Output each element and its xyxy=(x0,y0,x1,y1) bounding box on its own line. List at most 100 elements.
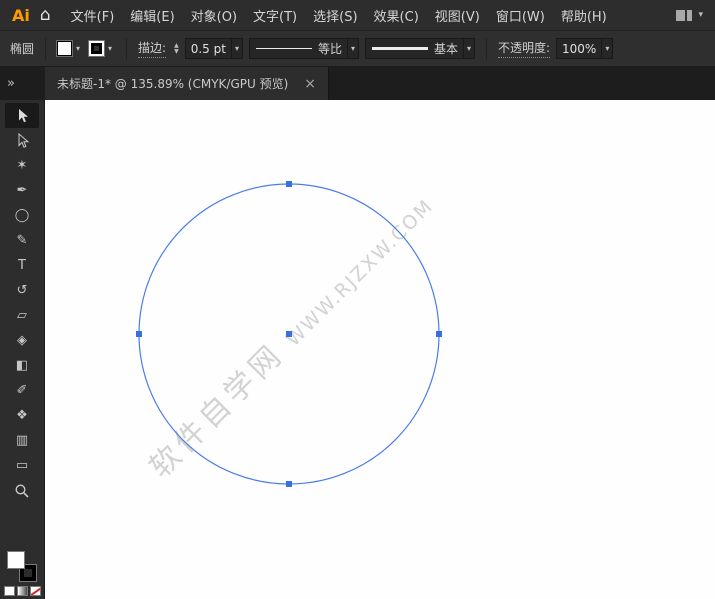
eyedropper-icon: ✐ xyxy=(16,383,28,398)
stroke-weight-dropdown[interactable]: ▾ xyxy=(230,39,242,58)
zoom-tool[interactable] xyxy=(5,478,39,503)
shape-builder-icon: ◈ xyxy=(17,333,27,348)
gradient-mode-button[interactable] xyxy=(17,587,27,595)
magnifier-icon xyxy=(15,483,29,498)
stroke-weight-field[interactable]: 0.5 pt ▾ xyxy=(184,38,243,59)
brush-arrow[interactable]: ▾ xyxy=(462,39,474,58)
opacity-dropdown[interactable]: ▾ xyxy=(601,39,612,58)
stepper-down-icon[interactable]: ▼ xyxy=(174,48,179,55)
menu-object[interactable]: 对象(O) xyxy=(183,6,245,25)
opacity-field[interactable]: 100% ▾ xyxy=(556,38,614,59)
brush-dropdown[interactable]: 基本 ▾ xyxy=(364,38,475,59)
document-tab[interactable]: 未标题-1* @ 135.89% (CMYK/GPU 预览) × xyxy=(45,67,330,100)
workspace-switcher[interactable]: ▾ xyxy=(676,9,707,21)
menu-file[interactable]: 文件(F) xyxy=(63,6,123,25)
stroke-weight-value[interactable]: 0.5 pt xyxy=(191,42,226,56)
color-mode-button[interactable] xyxy=(4,587,14,595)
menu-bar: Ai ⌂ 文件(F) 编辑(E) 对象(O) 文字(T) 选择(S) 效果(C)… xyxy=(0,0,715,31)
center-point[interactable] xyxy=(286,331,292,337)
fill-color-control[interactable]: ▾ xyxy=(57,41,83,56)
chevron-down-icon: ▾ xyxy=(234,44,239,53)
document-tab-bar: » 未标题-1* @ 135.89% (CMYK/GPU 预览) × xyxy=(0,67,715,100)
stroke-panel-link[interactable]: 描边: xyxy=(138,39,167,58)
selection-cursor-icon xyxy=(19,108,28,122)
opacity-panel-link[interactable]: 不透明度: xyxy=(497,39,551,58)
close-icon[interactable]: × xyxy=(304,76,316,92)
chevron-down-icon: ▾ xyxy=(466,44,471,53)
paint-mode-buttons xyxy=(4,587,40,595)
tools-panel-header: » xyxy=(0,67,45,100)
artboard-tool[interactable]: ▭ xyxy=(5,453,39,478)
tools-panel: ✶ ✒ ◯ ✎ T ↺ ▱ ◈ ◧ ✐ ❖ ▥ ▭ xyxy=(0,100,45,599)
artboard-icon: ▭ xyxy=(15,458,29,473)
pen-icon: ✒ xyxy=(16,183,28,198)
paintbrush-icon: ✎ xyxy=(16,233,28,248)
anchor-point-right[interactable] xyxy=(436,331,442,337)
chevron-down-icon: ▾ xyxy=(698,10,703,20)
gradient-icon: ◧ xyxy=(15,358,29,373)
anchor-point-bottom[interactable] xyxy=(286,481,292,487)
chevron-down-icon: ▾ xyxy=(605,44,610,53)
stroke-profile-preview xyxy=(255,48,312,49)
anchor-point-top[interactable] xyxy=(286,181,292,187)
gradient-tool[interactable]: ◧ xyxy=(5,353,39,378)
rotate-tool[interactable]: ↺ xyxy=(5,278,39,303)
menu-effect[interactable]: 效果(C) xyxy=(366,6,427,25)
fill-stroke-indicator xyxy=(8,552,36,581)
blend-tool[interactable]: ❖ xyxy=(5,403,39,428)
menu-edit[interactable]: 编辑(E) xyxy=(122,6,182,25)
menu-help[interactable]: 帮助(H) xyxy=(553,6,615,25)
graph-tool[interactable]: ▥ xyxy=(5,428,39,453)
separator xyxy=(45,37,47,60)
eraser-icon: ▱ xyxy=(17,308,27,323)
type-tool[interactable]: T xyxy=(5,253,39,278)
current-tool-label: 椭圆 xyxy=(10,42,35,56)
type-icon: T xyxy=(18,258,26,273)
fill-dropdown-icon[interactable]: ▾ xyxy=(73,44,83,53)
eraser-tool[interactable]: ▱ xyxy=(5,303,39,328)
width-profile-value: 等比 xyxy=(317,42,342,56)
stroke-weight-stepper[interactable]: ▲ ▼ xyxy=(174,42,179,55)
ellipse-icon: ◯ xyxy=(14,208,30,223)
panel-expand-icon[interactable]: » xyxy=(7,76,15,91)
stroke-color-control[interactable]: ▾ xyxy=(89,41,115,56)
fill-color-swatch[interactable] xyxy=(8,552,24,568)
opacity-value[interactable]: 100% xyxy=(562,42,596,56)
graph-icon: ▥ xyxy=(15,433,29,448)
document-tab-title: 未标题-1* @ 135.89% (CMYK/GPU 预览) xyxy=(57,77,289,91)
menu-type[interactable]: 文字(T) xyxy=(245,6,305,25)
none-mode-button[interactable] xyxy=(30,587,40,595)
chevron-down-icon: ▾ xyxy=(350,44,355,53)
eyedropper-tool[interactable]: ✐ xyxy=(5,378,39,403)
ellipse-tool[interactable]: ◯ xyxy=(5,203,39,228)
menu-window[interactable]: 窗口(W) xyxy=(488,6,553,25)
direct-selection-tool[interactable] xyxy=(5,128,39,153)
fill-swatch[interactable] xyxy=(57,41,73,56)
brush-value: 基本 xyxy=(433,42,458,56)
magic-wand-icon: ✶ xyxy=(16,158,28,173)
stroke-swatch[interactable] xyxy=(89,41,105,56)
menu-select[interactable]: 选择(S) xyxy=(305,6,365,25)
illustrator-window: Ai ⌂ 文件(F) 编辑(E) 对象(O) 文字(T) 选择(S) 效果(C)… xyxy=(0,0,715,599)
shape-builder-tool[interactable]: ◈ xyxy=(5,328,39,353)
blend-icon: ❖ xyxy=(16,408,28,423)
magic-wand-tool[interactable]: ✶ xyxy=(5,153,39,178)
direct-selection-cursor-icon xyxy=(18,132,30,148)
home-icon[interactable]: ⌂ xyxy=(40,5,51,25)
selection-tool[interactable] xyxy=(5,103,39,128)
width-profile-arrow[interactable]: ▾ xyxy=(346,39,358,58)
menu-view[interactable]: 视图(V) xyxy=(427,6,488,25)
width-profile-dropdown[interactable]: 等比 ▾ xyxy=(248,38,359,59)
paintbrush-tool[interactable]: ✎ xyxy=(5,228,39,253)
separator xyxy=(485,37,487,60)
brush-preview xyxy=(371,47,428,50)
main-area: ✶ ✒ ◯ ✎ T ↺ ▱ ◈ ◧ ✐ ❖ ▥ ▭ 软件自学网 WWW.RJZX… xyxy=(0,100,715,599)
artwork-layer xyxy=(136,181,442,487)
canvas[interactable]: 软件自学网 WWW.RJZXW.COM xyxy=(45,100,715,599)
pen-tool[interactable]: ✒ xyxy=(5,178,39,203)
app-logo: Ai xyxy=(12,5,30,25)
anchor-point-left[interactable] xyxy=(136,331,142,337)
control-bar: 椭圆 ▾ ▾ 描边: ▲ ▼ 0.5 pt ▾ 等比 ▾ 基本 ▾ 不透明度: … xyxy=(0,31,715,67)
workspace-layout-icon xyxy=(676,9,693,21)
stroke-dropdown-icon[interactable]: ▾ xyxy=(105,44,115,53)
